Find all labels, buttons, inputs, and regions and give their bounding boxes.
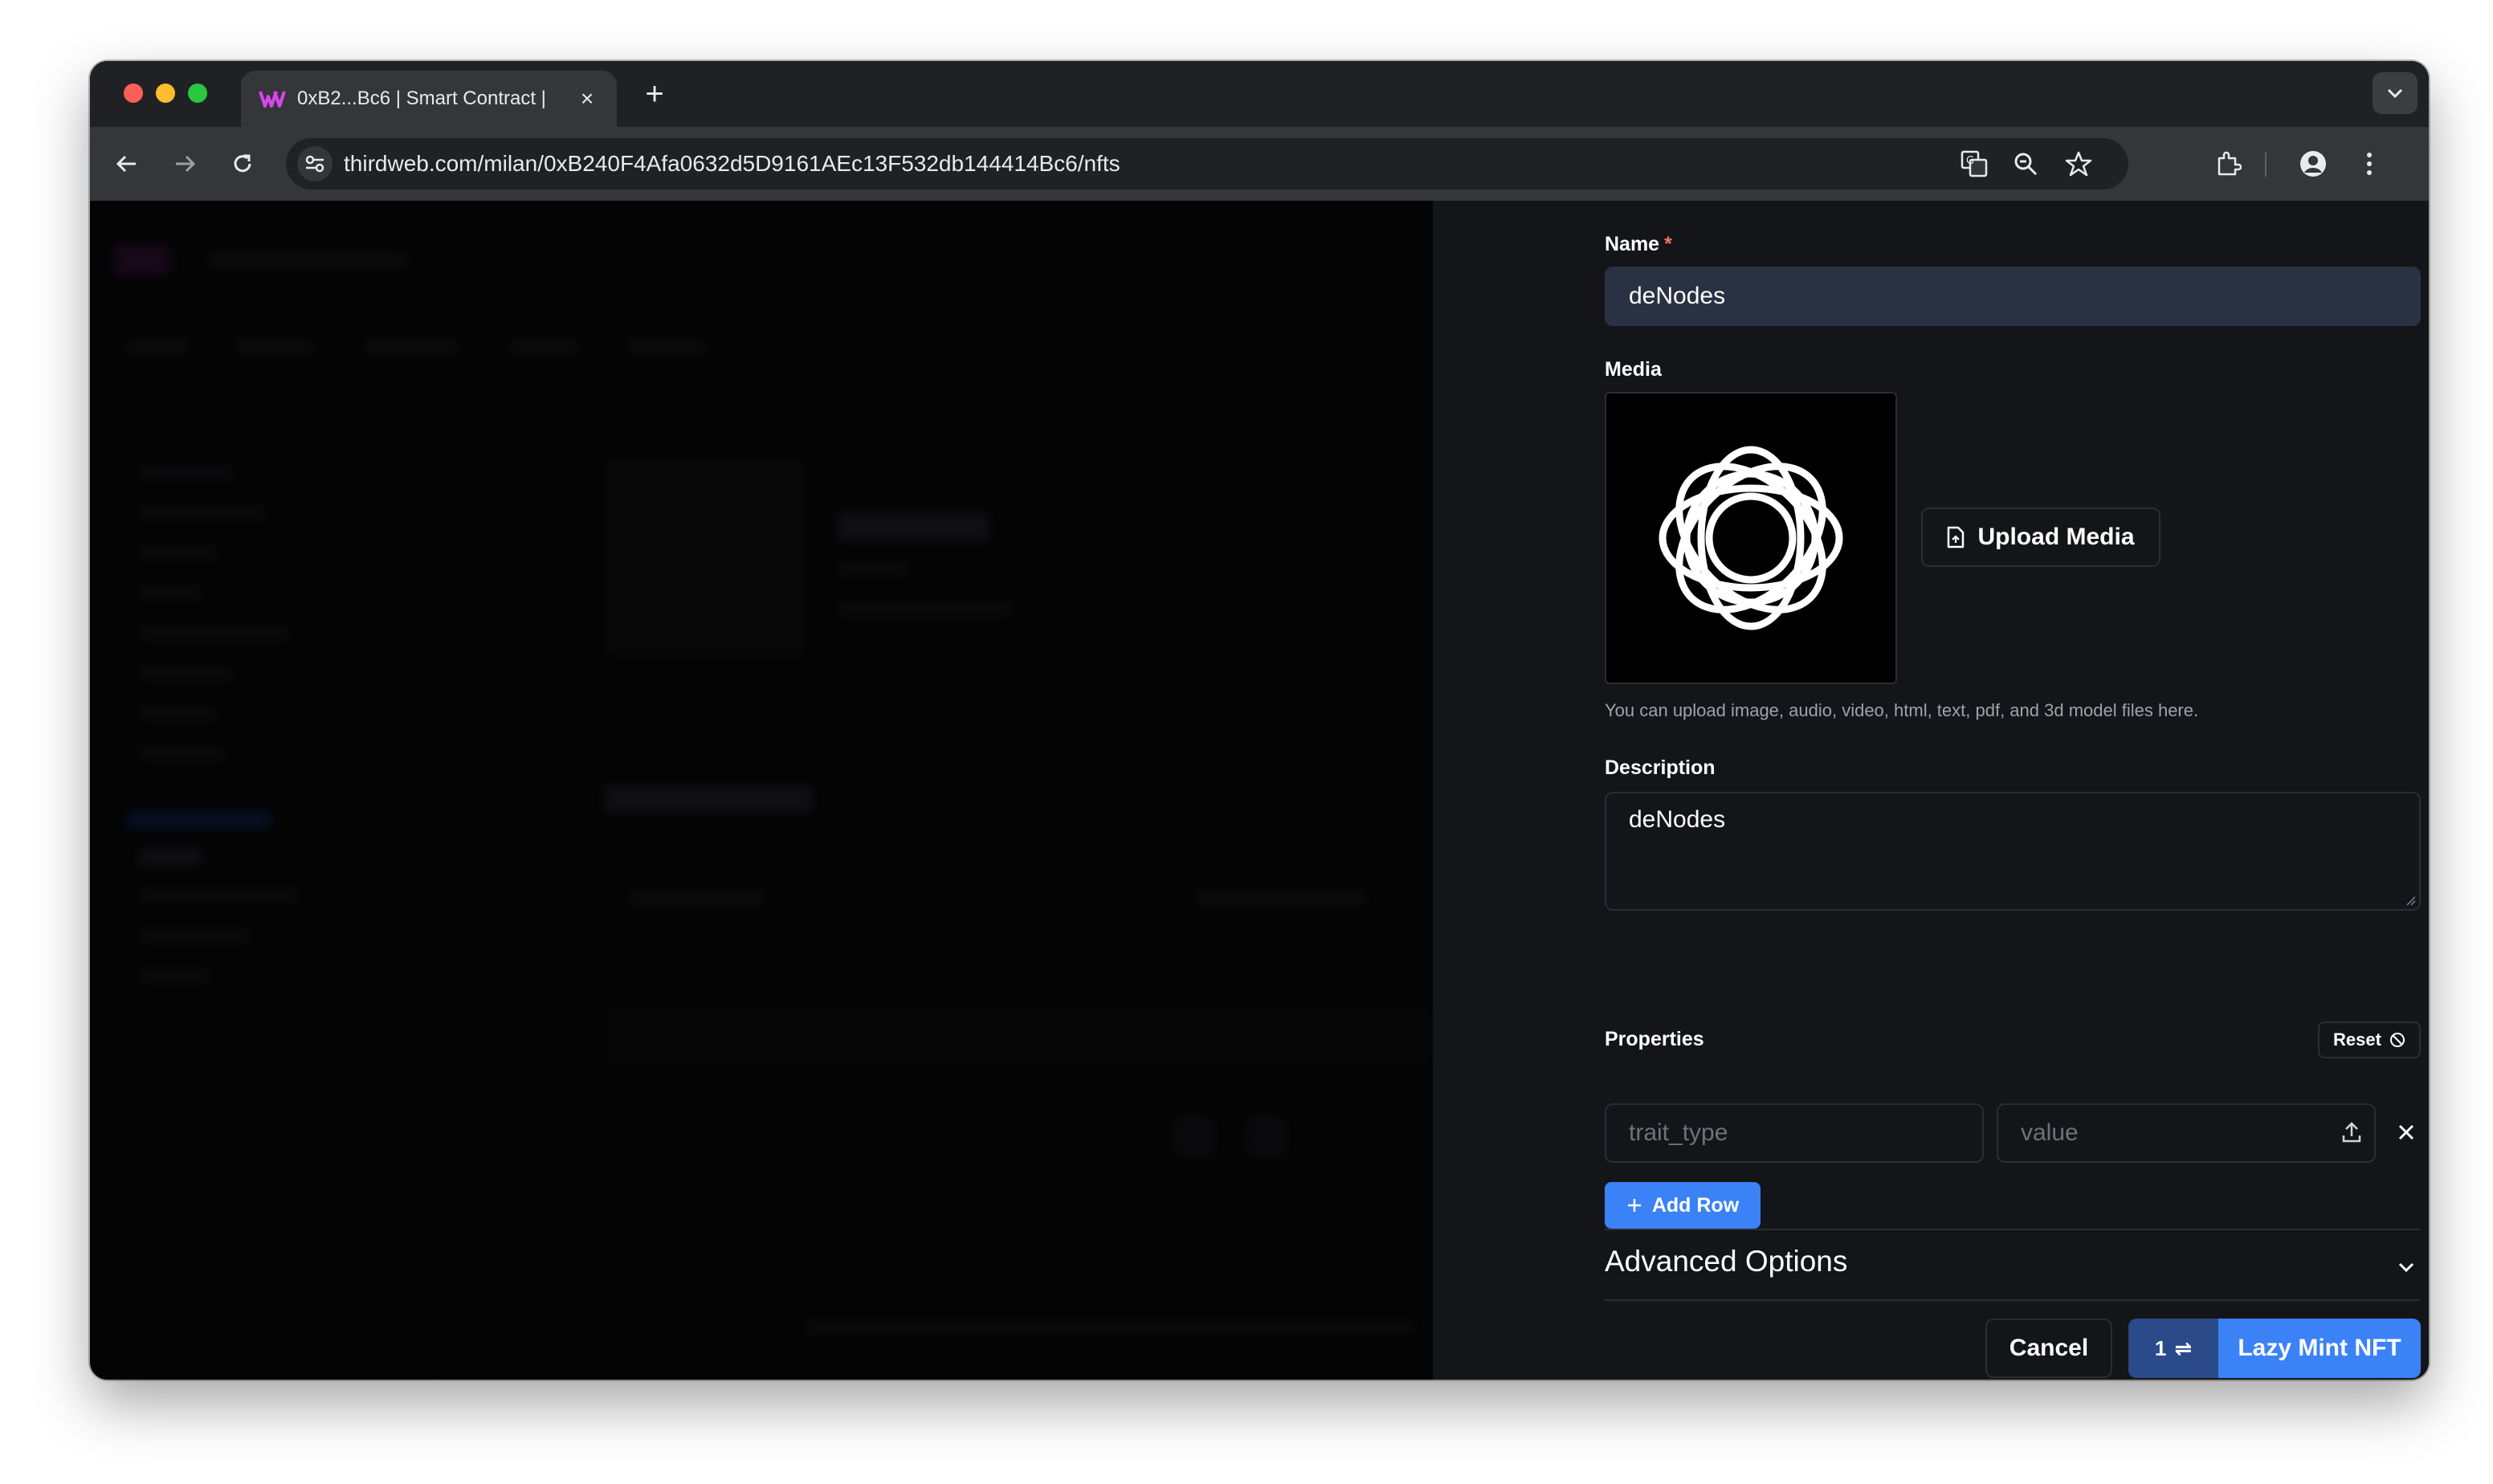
remove-row-button[interactable] — [2390, 1116, 2422, 1148]
required-mark: * — [1664, 233, 1672, 255]
reset-label: Reset — [2333, 1029, 2381, 1050]
denodes-logo-image — [1659, 446, 1843, 630]
zoom-icon[interactable] — [2009, 148, 2042, 180]
toolbar-separator — [2265, 153, 2267, 177]
address-bar[interactable]: thirdweb.com/milan/0xB240F4Afa0632d5D916… — [286, 138, 2128, 190]
tab-close-icon[interactable]: × — [575, 87, 599, 111]
tab-search-button[interactable] — [2373, 72, 2418, 114]
advanced-divider-bottom — [1605, 1299, 2421, 1301]
add-row-button[interactable]: Add Row — [1605, 1182, 1761, 1229]
mint-quantity-value: 1 — [2154, 1335, 2167, 1360]
close-icon — [2398, 1124, 2414, 1140]
name-label: Name * — [1605, 233, 1672, 256]
reload-icon — [234, 154, 251, 173]
file-icon — [1948, 526, 1965, 548]
advanced-divider-top — [1605, 1229, 2421, 1230]
properties-label: Properties — [1605, 1028, 1704, 1050]
browser-toolbar: thirdweb.com/milan/0xB240F4Afa0632d5D916… — [90, 127, 2429, 202]
add-row-label: Add Row — [1651, 1193, 1740, 1217]
description-label: Description — [1605, 756, 1716, 779]
bookmark-star-icon[interactable] — [2063, 148, 2095, 180]
description-textarea[interactable]: deNodes — [1605, 792, 2421, 911]
name-input[interactable]: deNodes — [1605, 267, 2421, 326]
translate-icon[interactable]: G — [1958, 148, 1990, 180]
arrow-left-icon — [116, 155, 136, 173]
back-button[interactable] — [109, 146, 145, 181]
name-label-text: Name — [1605, 233, 1660, 255]
forward-button[interactable] — [167, 146, 202, 181]
lazy-mint-nft-button[interactable]: Lazy Mint NFT — [2218, 1319, 2421, 1378]
tune-icon — [305, 155, 324, 173]
value-upload-button[interactable] — [2336, 1116, 2368, 1148]
url-path: /milan/0xB240F4Afa0632d5D9161AEc13F532db… — [477, 151, 1120, 176]
extensions-puzzle-icon[interactable] — [2210, 146, 2246, 181]
plus-icon — [1627, 1199, 1641, 1212]
chevron-down-icon — [2398, 1262, 2414, 1273]
modal-backdrop[interactable] — [90, 201, 1433, 1380]
description-value: deNodes — [1629, 806, 1726, 833]
advanced-options-chevron[interactable] — [2390, 1251, 2422, 1283]
trait-type-input[interactable]: trait_type — [1605, 1103, 1984, 1163]
resize-handle-icon[interactable] — [2405, 895, 2416, 906]
reload-button[interactable] — [225, 146, 260, 181]
url-text: thirdweb.com/milan/0xB240F4Afa0632d5D916… — [344, 151, 1120, 177]
thirdweb-favicon-icon — [259, 89, 286, 108]
page-content: Name * deNodes Media Upload Media You ca… — [90, 201, 2429, 1380]
upload-icon — [2342, 1122, 2361, 1143]
close-window-button[interactable] — [124, 84, 143, 103]
cancel-button[interactable]: Cancel — [1985, 1319, 2112, 1378]
media-label: Media — [1605, 358, 1662, 381]
minimize-window-button[interactable] — [156, 84, 175, 103]
ban-icon — [2389, 1033, 2405, 1047]
new-tab-button[interactable]: + — [636, 75, 673, 112]
upload-media-button[interactable]: Upload Media — [1921, 508, 2160, 567]
media-preview[interactable] — [1605, 392, 1897, 684]
site-info-button[interactable] — [297, 146, 333, 181]
maximize-window-button[interactable] — [188, 84, 207, 103]
browser-menu-icon[interactable] — [2352, 146, 2387, 181]
svg-text:G: G — [1966, 155, 1974, 167]
arrow-right-icon — [176, 155, 196, 173]
media-helper-text: You can upload image, audio, video, html… — [1605, 700, 2199, 720]
browser-window: 0xB2...Bc6 | Smart Contract | × + thirdw… — [90, 61, 2429, 1380]
url-host: thirdweb.com — [344, 151, 478, 176]
browser-tab-active[interactable]: 0xB2...Bc6 | Smart Contract | × — [241, 71, 617, 127]
mint-quantity-button[interactable]: 1 ⇌ — [2128, 1319, 2218, 1378]
reset-properties-button[interactable]: Reset — [2318, 1021, 2421, 1058]
value-input[interactable]: value — [1997, 1103, 2376, 1163]
profile-avatar-icon[interactable] — [2295, 146, 2331, 181]
chevron-down-icon — [2387, 88, 2403, 99]
tab-strip: 0xB2...Bc6 | Smart Contract | × + — [90, 61, 2429, 127]
tab-title: 0xB2...Bc6 | Smart Contract | — [297, 88, 546, 109]
swap-arrows-icon: ⇌ — [2174, 1335, 2193, 1360]
advanced-options-toggle[interactable]: Advanced Options — [1605, 1245, 1847, 1278]
upload-media-label: Upload Media — [1977, 524, 2135, 550]
lazy-mint-drawer: Name * deNodes Media Upload Media You ca… — [1433, 201, 2429, 1380]
